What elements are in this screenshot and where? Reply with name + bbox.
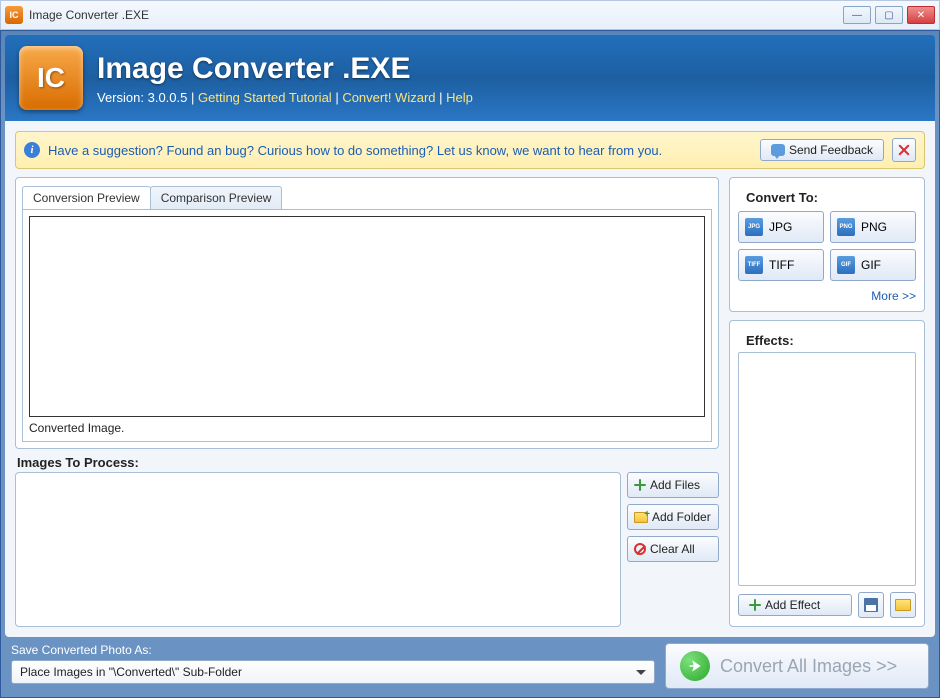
save-panel: Save Converted Photo As: Place Images in…: [11, 643, 655, 689]
effects-title: Effects:: [738, 327, 916, 348]
run-icon: [680, 651, 710, 681]
convert-all-button[interactable]: Convert All Images >>: [665, 643, 929, 689]
infobar-close-button[interactable]: [892, 138, 916, 162]
effects-panel: Effects: Add Effect: [729, 320, 925, 627]
effects-list[interactable]: [738, 352, 916, 586]
jpg-icon: JPG: [745, 218, 763, 236]
main-columns: Conversion Preview Comparison Preview Co…: [15, 177, 925, 627]
minimize-button[interactable]: —: [843, 6, 871, 24]
tabstrip: Conversion Preview Comparison Preview: [16, 178, 718, 209]
window-title: Image Converter .EXE: [29, 8, 843, 22]
save-location-value: Place Images in "\Converted\" Sub-Folder: [20, 665, 242, 679]
preview-panel: Conversion Preview Comparison Preview Co…: [15, 177, 719, 449]
info-bar: i Have a suggestion? Found an bug? Curio…: [15, 131, 925, 169]
link-tutorial[interactable]: Getting Started Tutorial: [198, 90, 332, 105]
bubble-icon: [771, 144, 785, 156]
header-banner: IC Image Converter .EXE Version: 3.0.0.5…: [5, 35, 935, 121]
tiff-label: TIFF: [769, 258, 794, 272]
format-png-button[interactable]: PNG PNG: [830, 211, 916, 243]
folder-icon: [895, 599, 911, 611]
logo-icon: IC: [19, 46, 83, 110]
save-effects-button[interactable]: [858, 592, 884, 618]
format-tiff-button[interactable]: TIFF TIFF: [738, 249, 824, 281]
save-label: Save Converted Photo As:: [11, 643, 655, 657]
add-folder-button[interactable]: Add Folder: [627, 504, 719, 530]
add-effect-label: Add Effect: [765, 598, 820, 612]
clear-all-label: Clear All: [650, 542, 695, 556]
more-formats-link[interactable]: More >>: [871, 289, 916, 303]
info-text-link[interactable]: Have a suggestion? Found an bug? Curious…: [48, 143, 752, 158]
chevron-down-icon: [636, 670, 646, 675]
format-jpg-button[interactable]: JPG JPG: [738, 211, 824, 243]
jpg-label: JPG: [769, 220, 792, 234]
png-label: PNG: [861, 220, 887, 234]
app-icon: IC: [5, 6, 23, 24]
tiff-icon: TIFF: [745, 256, 763, 274]
footer: Save Converted Photo As: Place Images in…: [5, 637, 935, 693]
add-folder-label: Add Folder: [652, 510, 711, 524]
convert-all-label: Convert All Images >>: [720, 656, 897, 677]
content-area: i Have a suggestion? Found an bug? Curio…: [5, 121, 935, 637]
gif-icon: GIF: [837, 256, 855, 274]
preview-canvas: [29, 216, 705, 417]
close-icon: [897, 143, 911, 157]
link-help[interactable]: Help: [446, 90, 473, 105]
close-button[interactable]: ✕: [907, 6, 935, 24]
tab-conversion-preview[interactable]: Conversion Preview: [22, 186, 151, 209]
info-icon: i: [24, 142, 40, 158]
add-effect-button[interactable]: Add Effect: [738, 594, 852, 616]
app-title: Image Converter .EXE: [97, 52, 473, 86]
floppy-icon: [864, 598, 878, 612]
link-wizard[interactable]: Convert! Wizard: [342, 90, 435, 105]
forbid-icon: [634, 543, 646, 555]
version-label: Version:: [97, 90, 144, 105]
gif-label: GIF: [861, 258, 881, 272]
folder-plus-icon: [634, 512, 648, 523]
process-label: Images To Process:: [15, 455, 719, 472]
add-files-label: Add Files: [650, 478, 700, 492]
plus-icon: [634, 479, 646, 491]
banner-text: Image Converter .EXE Version: 3.0.0.5 | …: [97, 52, 473, 105]
plus-icon: [749, 599, 761, 611]
left-column: Conversion Preview Comparison Preview Co…: [15, 177, 719, 627]
process-group: Images To Process: Add Files Add Folder: [15, 455, 719, 627]
version-number: 3.0.0.5: [148, 90, 188, 105]
app-frame: IC Image Converter .EXE Version: 3.0.0.5…: [0, 30, 940, 698]
maximize-button[interactable]: ▢: [875, 6, 903, 24]
convert-to-title: Convert To:: [738, 184, 916, 205]
convert-to-panel: Convert To: JPG JPG PNG PNG TIFF TIFF: [729, 177, 925, 312]
titlebar: IC Image Converter .EXE — ▢ ✕: [0, 0, 940, 30]
clear-all-button[interactable]: Clear All: [627, 536, 719, 562]
process-list[interactable]: [15, 472, 621, 627]
tab-body: Converted Image.: [22, 209, 712, 442]
format-gif-button[interactable]: GIF GIF: [830, 249, 916, 281]
save-location-select[interactable]: Place Images in "\Converted\" Sub-Folder: [11, 660, 655, 684]
preview-label: Converted Image.: [29, 417, 705, 435]
png-icon: PNG: [837, 218, 855, 236]
tab-comparison-preview[interactable]: Comparison Preview: [150, 186, 283, 209]
open-effects-button[interactable]: [890, 592, 916, 618]
send-feedback-label: Send Feedback: [789, 143, 873, 157]
right-column: Convert To: JPG JPG PNG PNG TIFF TIFF: [729, 177, 925, 627]
send-feedback-button[interactable]: Send Feedback: [760, 139, 884, 161]
add-files-button[interactable]: Add Files: [627, 472, 719, 498]
